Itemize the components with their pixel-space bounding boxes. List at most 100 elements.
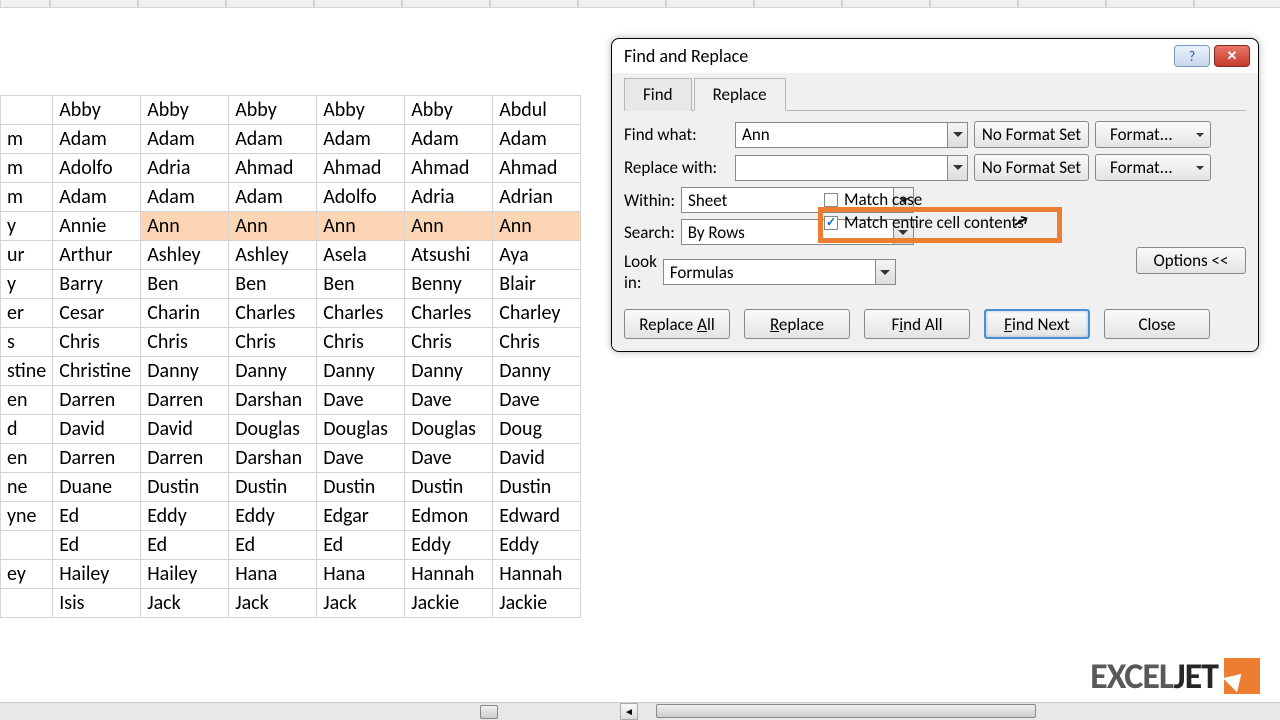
cell[interactable]: m [1,183,53,212]
column-header-R[interactable] [1018,0,1106,8]
cell[interactable]: David [493,444,581,473]
help-button[interactable]: ? [1174,45,1210,67]
replace-format-button[interactable]: Format... [1095,154,1211,181]
cell[interactable]: Hannah [493,560,581,589]
column-header-J[interactable] [314,0,402,8]
dropdown-icon[interactable] [947,123,967,147]
cell[interactable]: yne [1,502,53,531]
cell[interactable]: Doug [493,415,581,444]
horizontal-scrollbar[interactable]: ◄ [0,702,1280,720]
cell[interactable]: Charles [229,299,317,328]
cell[interactable]: Darren [53,444,141,473]
cell[interactable]: y [1,270,53,299]
replace-with-combo[interactable] [735,155,968,181]
tab-replace[interactable]: Replace [694,78,786,111]
cell[interactable]: Benny [405,270,493,299]
dropdown-icon[interactable] [947,156,967,180]
cell[interactable]: Charin [141,299,229,328]
cell[interactable]: Chris [405,328,493,357]
cell[interactable]: Eddy [405,531,493,560]
cell[interactable]: Abby [317,96,405,125]
cell[interactable]: Jack [317,589,405,618]
cell[interactable]: Ed [53,502,141,531]
find-format-button[interactable]: Format... [1095,121,1211,148]
cell[interactable]: Dave [405,444,493,473]
cell[interactable]: Charley [493,299,581,328]
cell[interactable]: Ann [141,212,229,241]
cell[interactable]: Abby [141,96,229,125]
cell[interactable]: Annie [53,212,141,241]
cell[interactable]: Chris [493,328,581,357]
cell[interactable]: Adam [141,125,229,154]
cell[interactable]: m [1,125,53,154]
column-header-G[interactable] [50,0,138,8]
cell[interactable]: Ed [53,531,141,560]
cell[interactable]: Dustin [493,473,581,502]
cell[interactable]: Jack [229,589,317,618]
cell[interactable]: Ann [317,212,405,241]
cell[interactable]: ey [1,560,53,589]
cell[interactable] [1,589,53,618]
cell[interactable]: Ann [229,212,317,241]
close-button[interactable]: ✕ [1214,45,1250,67]
find-all-button[interactable]: Find All [864,309,970,339]
cell[interactable]: Hailey [141,560,229,589]
cell[interactable]: Hailey [53,560,141,589]
cell[interactable]: Abdul [493,96,581,125]
cell[interactable]: Ben [141,270,229,299]
cell[interactable]: Ed [229,531,317,560]
cell[interactable]: Hannah [405,560,493,589]
cell[interactable]: Ahmad [405,154,493,183]
cell[interactable]: Dustin [317,473,405,502]
column-header-M[interactable] [578,0,666,8]
cell[interactable]: Danny [141,357,229,386]
scroll-thumb[interactable] [480,705,498,719]
cell[interactable]: Isis [53,589,141,618]
cell[interactable]: Arthur [53,241,141,270]
cell[interactable]: Adolfo [53,154,141,183]
cell[interactable]: Adam [405,125,493,154]
cell[interactable]: Abby [229,96,317,125]
cell[interactable]: Darren [53,386,141,415]
cell[interactable]: Douglas [317,415,405,444]
cell[interactable]: en [1,386,53,415]
column-header-L[interactable] [490,0,578,8]
cell[interactable]: stine [1,357,53,386]
options-button[interactable]: Options << [1136,247,1246,274]
cell[interactable]: Aya [493,241,581,270]
cell[interactable]: Adrian [493,183,581,212]
cell[interactable]: David [141,415,229,444]
cell[interactable]: Duane [53,473,141,502]
column-header-I[interactable] [226,0,314,8]
cell[interactable]: Edward [493,502,581,531]
find-what-combo[interactable] [735,122,968,148]
cell[interactable]: Darren [141,386,229,415]
cell[interactable]: Ashley [141,241,229,270]
cell[interactable]: ur [1,241,53,270]
cell[interactable]: Adam [53,125,141,154]
cell[interactable]: Dave [493,386,581,415]
cell[interactable]: Ed [141,531,229,560]
cell[interactable]: Adam [493,125,581,154]
cell[interactable]: Ann [405,212,493,241]
cell[interactable]: Jackie [405,589,493,618]
cell[interactable]: Eddy [229,502,317,531]
cell[interactable]: Ashley [229,241,317,270]
cell[interactable]: Blair [493,270,581,299]
cell[interactable]: Atsushi [405,241,493,270]
column-header-Q[interactable] [930,0,1018,8]
cell[interactable]: Dave [317,444,405,473]
cell[interactable]: Danny [405,357,493,386]
replace-all-button[interactable]: Replace All [624,309,730,339]
cell[interactable]: Adam [317,125,405,154]
cell[interactable]: s [1,328,53,357]
scroll-thumb[interactable] [656,704,1036,718]
cell[interactable]: Dave [317,386,405,415]
column-header-N[interactable] [666,0,754,8]
cell[interactable]: Adam [229,183,317,212]
cell[interactable]: Darshan [229,386,317,415]
cell[interactable]: Danny [229,357,317,386]
cell[interactable]: Chris [229,328,317,357]
cell[interactable]: Danny [317,357,405,386]
cell[interactable]: m [1,154,53,183]
